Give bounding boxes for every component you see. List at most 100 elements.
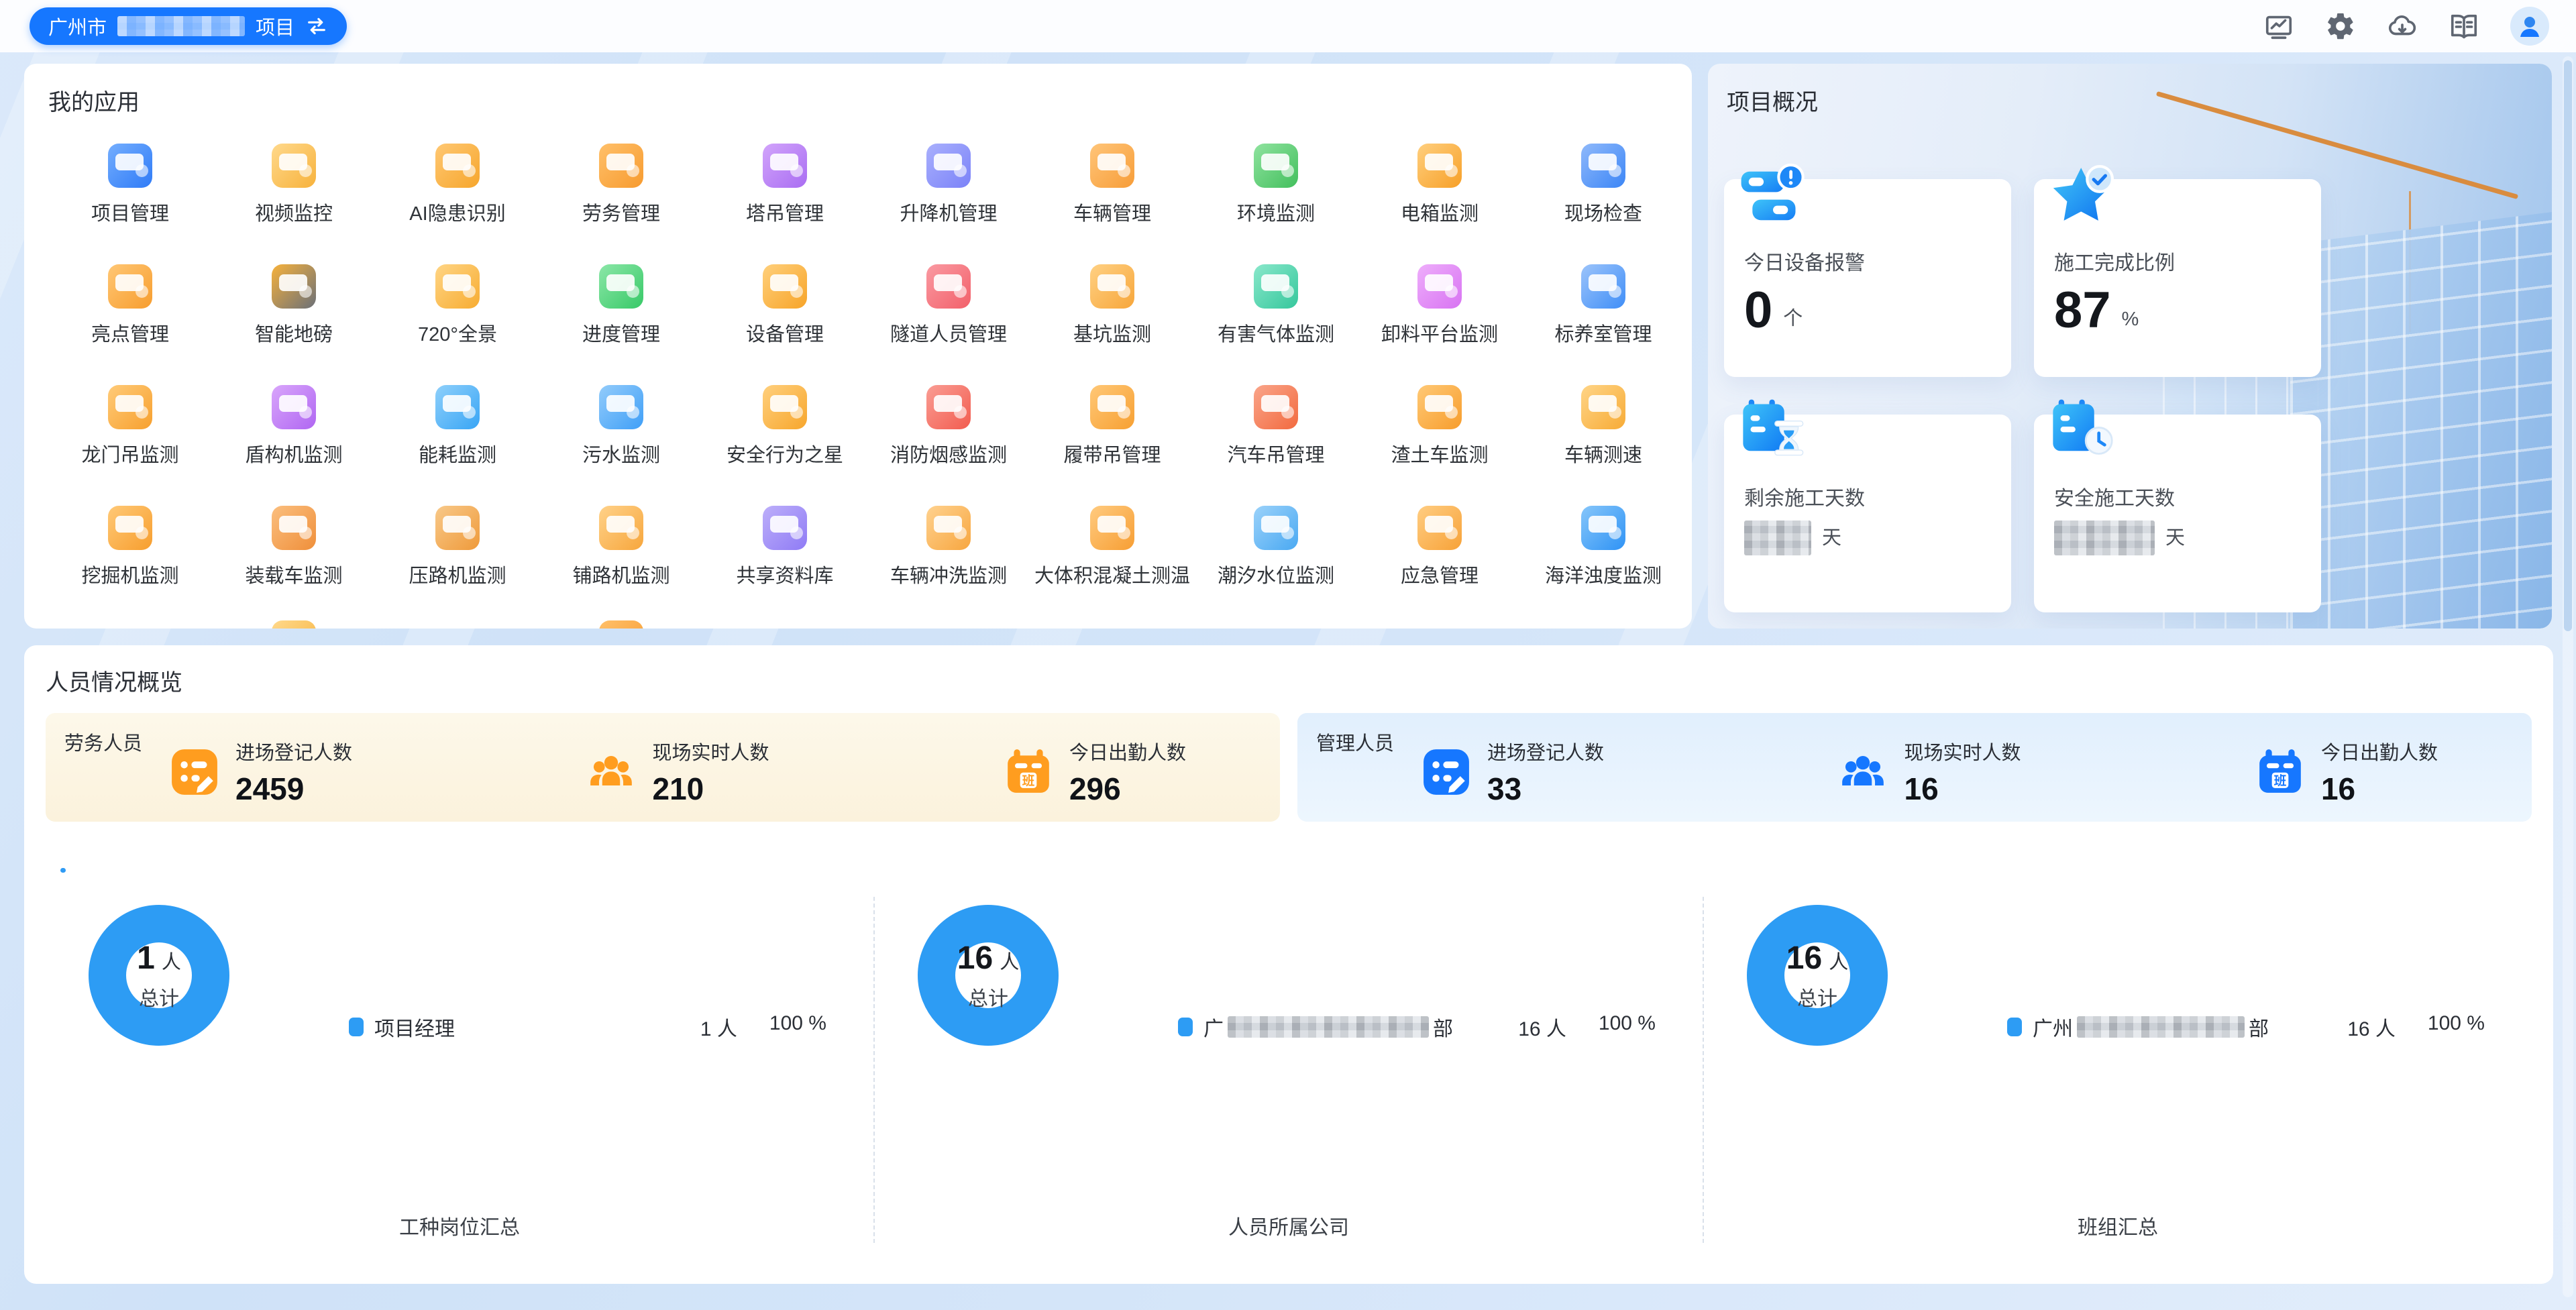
- my-apps-title: 我的应用: [48, 84, 1668, 117]
- app-label: 渣土车监测: [1391, 439, 1488, 468]
- attendance-icon: 班: [1004, 747, 1053, 797]
- app-item[interactable]: 应急管理: [1358, 487, 1521, 608]
- app-label: 汽车吊管理: [1227, 439, 1324, 468]
- app-item[interactable]: 潮汐水位监测: [1194, 487, 1358, 608]
- app-icon: [272, 385, 316, 429]
- app-item[interactable]: 隧道人员管理: [867, 245, 1030, 366]
- app-icon: [763, 385, 807, 429]
- monitor-chart-icon[interactable]: [2263, 11, 2294, 42]
- app-item[interactable]: 视频监控: [212, 125, 376, 245]
- app-item[interactable]: 720°全景: [376, 245, 539, 366]
- app-item[interactable]: AI隐患识别: [376, 125, 539, 245]
- page-scrollbar[interactable]: [2563, 56, 2573, 1297]
- app-item[interactable]: 装载车监测: [212, 487, 376, 608]
- app-item[interactable]: 压路机监测: [376, 487, 539, 608]
- user-avatar[interactable]: [2510, 7, 2549, 46]
- app-label: 现场检查: [1564, 198, 1642, 226]
- app-label: 盾构机监测: [245, 439, 342, 468]
- app-item[interactable]: 铺路机监测: [539, 487, 703, 608]
- cloud-download-icon[interactable]: [2387, 11, 2418, 42]
- app-item[interactable]: 盾构机监测: [212, 366, 376, 487]
- app-item[interactable]: 车辆测速: [1521, 366, 1685, 487]
- app-item[interactable]: 能耗监测: [376, 366, 539, 487]
- app-item[interactable]: 挖掘机监测: [48, 487, 212, 608]
- app-label: 压路机监测: [409, 560, 506, 588]
- scrollbar-thumb[interactable]: [2564, 60, 2572, 631]
- app-icon-glyph: [1261, 274, 1289, 291]
- app-item[interactable]: 渣土车监测: [1358, 366, 1521, 487]
- overview-cards: 今日设备报警 0 个 施工完成比例 87 % 剩余施工天数 天 安全施工天数 天: [1724, 179, 2321, 612]
- app-label: 能耗监测: [419, 439, 496, 468]
- app-item[interactable]: 污水监测: [539, 366, 703, 487]
- app-icon-glyph: [934, 154, 962, 170]
- app-label: 基坑监测: [1073, 319, 1151, 347]
- app-item[interactable]: 共享资料库: [703, 487, 867, 608]
- app-item[interactable]: 履带吊管理: [1030, 366, 1194, 487]
- app-item[interactable]: 大体积混凝土测温: [1030, 487, 1194, 608]
- calendar-hourglass-icon: [1737, 396, 1809, 467]
- overview-card-label: 剩余施工天数: [1744, 482, 1991, 511]
- app-item[interactable]: 环境监测: [1194, 125, 1358, 245]
- donut-center: 1 人: [137, 940, 181, 977]
- app-item[interactable]: 智能地磅: [212, 245, 376, 366]
- app-icon: [108, 385, 152, 429]
- project-overview-title: 项目概况: [1727, 84, 2533, 117]
- app-item[interactable]: 进度管理: [539, 245, 703, 366]
- stat-text: 现场实时人数 16: [1904, 737, 2021, 807]
- app-icon: [1417, 385, 1462, 429]
- app-item[interactable]: 有害气体监测: [1194, 245, 1358, 366]
- legend-color-marker: [349, 1018, 364, 1036]
- svg-text:班: 班: [2274, 773, 2287, 787]
- stat-text: 今日出勤人数 16: [2321, 737, 2438, 807]
- app-item[interactable]: 车辆管理: [1030, 125, 1194, 245]
- app-icon-glyph: [606, 516, 635, 533]
- app-item[interactable]: 龙门吊监测: [48, 366, 212, 487]
- app-item[interactable]: 汽车吊管理: [1194, 366, 1358, 487]
- donut-center: 16 人: [957, 940, 1019, 977]
- legend-values: 1 人 100 %: [700, 1012, 826, 1042]
- app-icon: [1254, 144, 1298, 188]
- app-item[interactable]: 车辆冲洗监测: [867, 487, 1030, 608]
- app-icon: [1581, 385, 1625, 429]
- app-item[interactable]: 电箱监测: [1358, 125, 1521, 245]
- overview-card: 剩余施工天数 天: [1724, 415, 2011, 612]
- handbook-icon[interactable]: [2449, 11, 2479, 42]
- app-item[interactable]: 升降机管理: [867, 125, 1030, 245]
- app-item[interactable]: 安全行为之星: [703, 366, 867, 487]
- app-label: 720°全景: [418, 319, 497, 347]
- app-icon: [926, 144, 971, 188]
- stat-value: 16: [1904, 771, 2021, 807]
- app-icon-glyph: [115, 154, 144, 170]
- settings-gear-icon[interactable]: [2325, 11, 2356, 42]
- svg-text:班: 班: [1022, 773, 1035, 787]
- app-icon: [599, 144, 643, 188]
- donut-total-unit: 人: [162, 946, 181, 975]
- app-item[interactable]: 消防烟感监测: [867, 366, 1030, 487]
- app-item[interactable]: 海洋浊度监测: [1521, 487, 1685, 608]
- app-icon: [1090, 385, 1134, 429]
- project-switcher[interactable]: 广州市 项目: [30, 7, 347, 45]
- my-apps-panel: 我的应用 项目管理 视频监控 AI隐患识别 劳务管理 塔吊管理 升降机管理 车辆…: [24, 64, 1692, 629]
- stat-text: 进场登记人数 2459: [235, 737, 352, 807]
- overview-card-label: 安全施工天数: [2054, 482, 2301, 511]
- app-label: 电箱监测: [1401, 198, 1479, 226]
- app-item[interactable]: 标养室管理: [1521, 245, 1685, 366]
- app-label: 升降机管理: [900, 198, 997, 226]
- app-label: 履带吊管理: [1063, 439, 1161, 468]
- app-icon: [435, 506, 480, 550]
- app-item[interactable]: 塔吊管理: [703, 125, 867, 245]
- app-item[interactable]: 亮点管理: [48, 245, 212, 366]
- app-item[interactable]: 设备管理: [703, 245, 867, 366]
- overview-card-unit: 个: [1783, 303, 1803, 336]
- labor-strip: 劳务人员 进场登记人数 2459 现场实时人数 210 班 今日出勤人数 296: [46, 713, 1280, 822]
- app-item[interactable]: 卸料平台监测: [1358, 245, 1521, 366]
- app-icon: [1581, 144, 1625, 188]
- app-item[interactable]: 项目管理: [48, 125, 212, 245]
- donut-total-unit: 人: [1000, 946, 1019, 975]
- donut-total-value: 1: [137, 940, 155, 977]
- app-label: 智能地磅: [255, 319, 333, 347]
- app-item[interactable]: 基坑监测: [1030, 245, 1194, 366]
- app-item[interactable]: 劳务管理: [539, 125, 703, 245]
- app-item[interactable]: 现场检查: [1521, 125, 1685, 245]
- legend-color-marker: [2007, 1018, 2022, 1036]
